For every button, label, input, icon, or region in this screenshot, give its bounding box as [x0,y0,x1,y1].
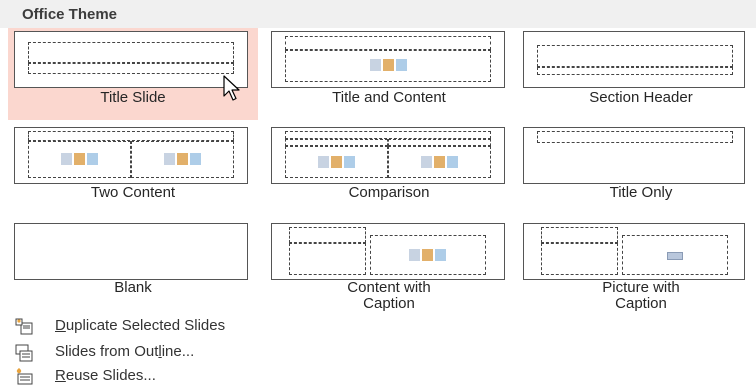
layout-thumbnail [271,223,505,280]
layout-title-slide[interactable]: Title Slide [8,28,258,120]
slides-from-outline-icon [15,344,33,362]
layout-thumbnail [271,127,505,184]
layout-label: Blank [114,279,152,296]
layout-content-with-caption[interactable]: Content with Caption [264,220,514,312]
layout-thumbnail [271,31,505,88]
layout-thumbnail [14,223,248,280]
menu-item-duplicate-selected-slides[interactable]: Duplicate Selected Slides [0,314,756,340]
layout-label: Title Slide [100,89,166,106]
layout-comparison[interactable]: Comparison [264,124,514,216]
layout-label: Title and Content [332,89,446,106]
layout-label: Content with Caption [347,279,431,312]
gallery-section-header: Office Theme [0,0,756,28]
menu-item-slides-from-outline[interactable]: Slides from Outline... [0,340,756,366]
layout-title-only[interactable]: Title Only [506,124,756,216]
content-placeholder-icon [409,249,447,261]
layout-label: Title Only [609,184,673,201]
picture-placeholder-icon [667,252,683,260]
layout-section-header[interactable]: Section Header [506,28,756,120]
layout-label: Picture with Caption [602,279,680,312]
layout-label: Two Content [90,184,176,201]
layout-two-content[interactable]: Two Content [8,124,258,216]
mouse-pointer-icon [223,75,240,101]
layout-label: Comparison [348,184,430,201]
duplicate-slides-icon [15,318,33,335]
layout-thumbnail [523,223,745,280]
content-placeholder-icon [318,156,356,168]
accelerator-key: R [55,367,66,384]
layout-label: Section Header [589,89,693,106]
menu-item-label: Reuse Slides... [55,367,156,384]
reuse-slides-icon [16,368,33,385]
menu-item-reuse-slides[interactable]: Reuse Slides... [0,364,756,390]
layout-title-and-content[interactable]: Title and Content [264,28,514,120]
layout-blank[interactable]: Blank [8,220,258,312]
layout-thumbnail [14,127,248,184]
section-title: Office Theme [22,6,118,23]
layout-thumbnail [14,31,248,88]
layout-thumbnail [523,127,745,184]
content-placeholder-icon [421,156,459,168]
accelerator-key: D [55,317,66,334]
menu-item-label: Duplicate Selected Slides [55,317,226,334]
content-placeholder-icon [61,153,99,165]
menu-item-label: Slides from Outline... [55,343,195,360]
layout-picture-with-caption[interactable]: Picture with Caption [506,220,756,312]
accelerator-key: l [158,343,162,360]
content-placeholder-icon [370,59,408,71]
layout-thumbnail [523,31,745,88]
content-placeholder-icon [164,153,202,165]
